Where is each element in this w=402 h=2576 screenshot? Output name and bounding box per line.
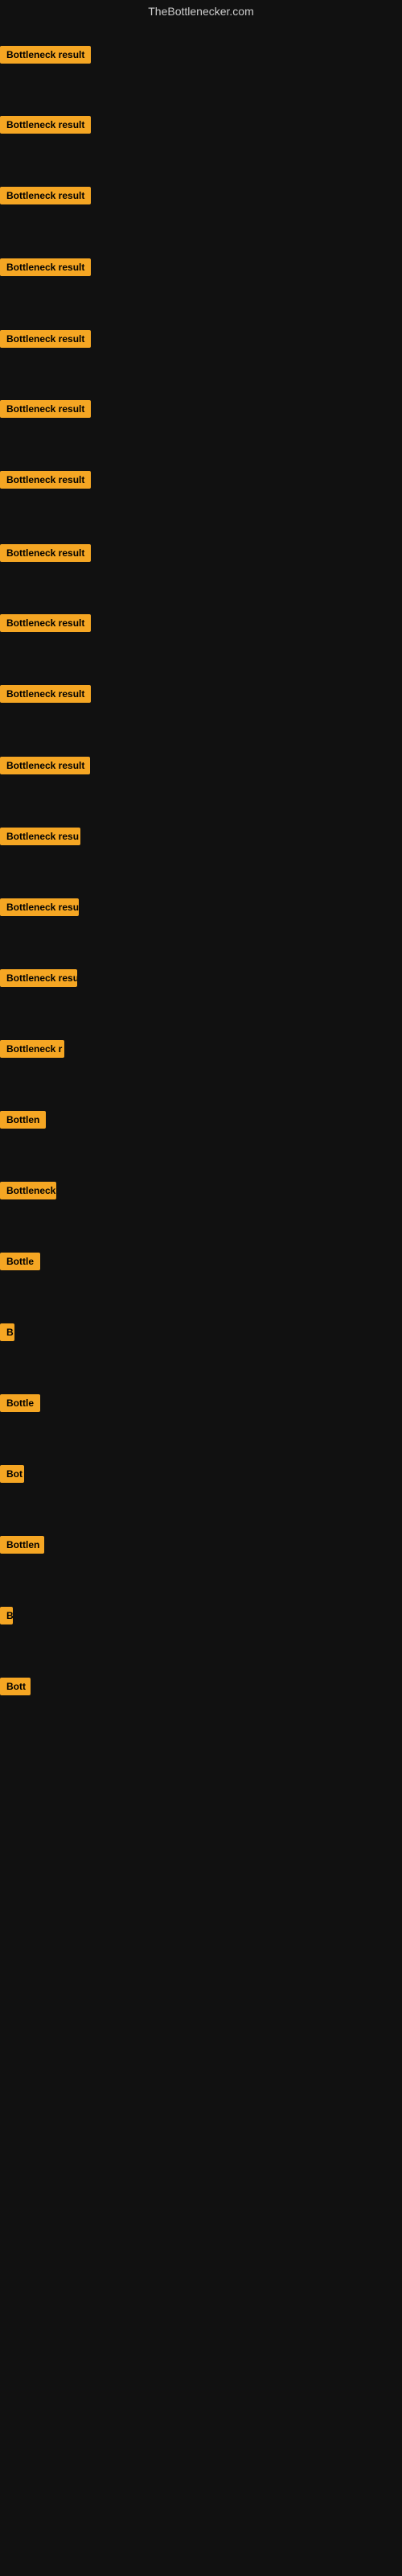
badge-container-6: Bottleneck result	[0, 400, 91, 422]
bottleneck-result-badge-12[interactable]: Bottleneck resu	[0, 828, 80, 845]
bottleneck-result-badge-2[interactable]: Bottleneck result	[0, 116, 91, 134]
badge-container-3: Bottleneck result	[0, 187, 91, 208]
bottleneck-result-badge-22[interactable]: Bottlen	[0, 1536, 44, 1554]
badge-container-12: Bottleneck resu	[0, 828, 80, 849]
bottleneck-result-badge-8[interactable]: Bottleneck result	[0, 544, 91, 562]
bottleneck-result-badge-5[interactable]: Bottleneck result	[0, 330, 91, 348]
badge-container-21: Bot	[0, 1465, 24, 1487]
badge-container-2: Bottleneck result	[0, 116, 91, 138]
bottleneck-result-badge-24[interactable]: Bott	[0, 1678, 31, 1695]
badge-container-24: Bott	[0, 1678, 31, 1699]
badge-container-7: Bottleneck result	[0, 471, 91, 493]
bottleneck-result-badge-10[interactable]: Bottleneck result	[0, 685, 91, 703]
badge-container-8: Bottleneck result	[0, 544, 91, 566]
badge-container-5: Bottleneck result	[0, 330, 91, 352]
badge-container-13: Bottleneck resu	[0, 898, 79, 920]
badge-container-11: Bottleneck result	[0, 757, 90, 778]
badge-container-18: Bottle	[0, 1253, 40, 1274]
badge-container-4: Bottleneck result	[0, 258, 91, 280]
badge-container-22: Bottlen	[0, 1536, 44, 1558]
bottleneck-result-badge-4[interactable]: Bottleneck result	[0, 258, 91, 276]
badge-container-14: Bottleneck resu	[0, 969, 77, 991]
badge-container-1: Bottleneck result	[0, 46, 91, 68]
badge-container-16: Bottlen	[0, 1111, 46, 1133]
badge-container-15: Bottleneck r	[0, 1040, 64, 1062]
badge-container-17: Bottleneck	[0, 1182, 56, 1203]
bottleneck-result-badge-20[interactable]: Bottle	[0, 1394, 40, 1412]
bottleneck-result-badge-19[interactable]: B	[0, 1323, 14, 1341]
bottleneck-result-badge-18[interactable]: Bottle	[0, 1253, 40, 1270]
badge-container-10: Bottleneck result	[0, 685, 91, 707]
bottleneck-result-badge-23[interactable]: B	[0, 1607, 13, 1624]
bottleneck-result-badge-6[interactable]: Bottleneck result	[0, 400, 91, 418]
bottleneck-result-badge-1[interactable]: Bottleneck result	[0, 46, 91, 64]
bottleneck-result-badge-15[interactable]: Bottleneck r	[0, 1040, 64, 1058]
bottleneck-result-badge-14[interactable]: Bottleneck resu	[0, 969, 77, 987]
bottleneck-result-badge-13[interactable]: Bottleneck resu	[0, 898, 79, 916]
bottleneck-result-badge-9[interactable]: Bottleneck result	[0, 614, 91, 632]
badge-container-20: Bottle	[0, 1394, 40, 1416]
bottleneck-result-badge-3[interactable]: Bottleneck result	[0, 187, 91, 204]
badge-container-23: B	[0, 1607, 13, 1629]
bottleneck-result-badge-11[interactable]: Bottleneck result	[0, 757, 90, 774]
badge-container-9: Bottleneck result	[0, 614, 91, 636]
bottleneck-result-badge-16[interactable]: Bottlen	[0, 1111, 46, 1129]
bottleneck-result-badge-7[interactable]: Bottleneck result	[0, 471, 91, 489]
site-title: TheBottlenecker.com	[0, 0, 402, 23]
badge-container-19: B	[0, 1323, 14, 1345]
bottleneck-result-badge-17[interactable]: Bottleneck	[0, 1182, 56, 1199]
bottleneck-result-badge-21[interactable]: Bot	[0, 1465, 24, 1483]
